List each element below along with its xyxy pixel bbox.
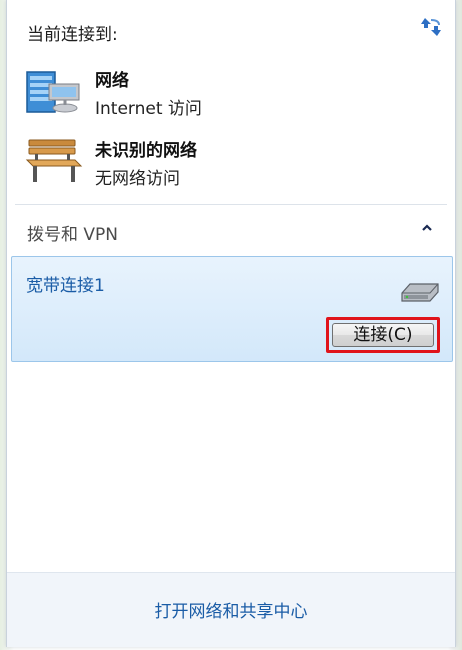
divider (15, 204, 447, 205)
dialup-connection-item[interactable]: 宽带连接1 连接(C) (11, 256, 453, 362)
connect-button-highlight: 连接(C) (326, 317, 440, 353)
footer: 打开网络和共享中心 (7, 572, 455, 647)
header-title: 当前连接到: (27, 25, 118, 45)
chevron-up-icon[interactable] (419, 221, 435, 237)
network-flyout: 当前连接到: 网络 Internet 访问 未识别的网络 无网络访问 拨号和 V… (6, 0, 456, 647)
bench-icon (25, 132, 83, 188)
modem-icon (398, 279, 442, 305)
network-computer-icon (25, 62, 83, 118)
network-name: 未识别的网络 (95, 141, 197, 161)
network-name: 网络 (95, 71, 129, 91)
network-item-1[interactable]: 网络 Internet 访问 (25, 62, 445, 122)
connect-button[interactable]: 连接(C) (332, 323, 434, 347)
network-status: Internet 访问 (95, 99, 202, 119)
dialup-connection-name: 宽带连接1 (26, 276, 105, 296)
section-title-dialup: 拨号和 VPN (27, 225, 119, 245)
network-item-2[interactable]: 未识别的网络 无网络访问 (25, 132, 445, 192)
open-network-sharing-center-link[interactable]: 打开网络和共享中心 (7, 597, 455, 622)
network-status: 无网络访问 (95, 169, 180, 189)
refresh-icon[interactable] (419, 14, 445, 40)
